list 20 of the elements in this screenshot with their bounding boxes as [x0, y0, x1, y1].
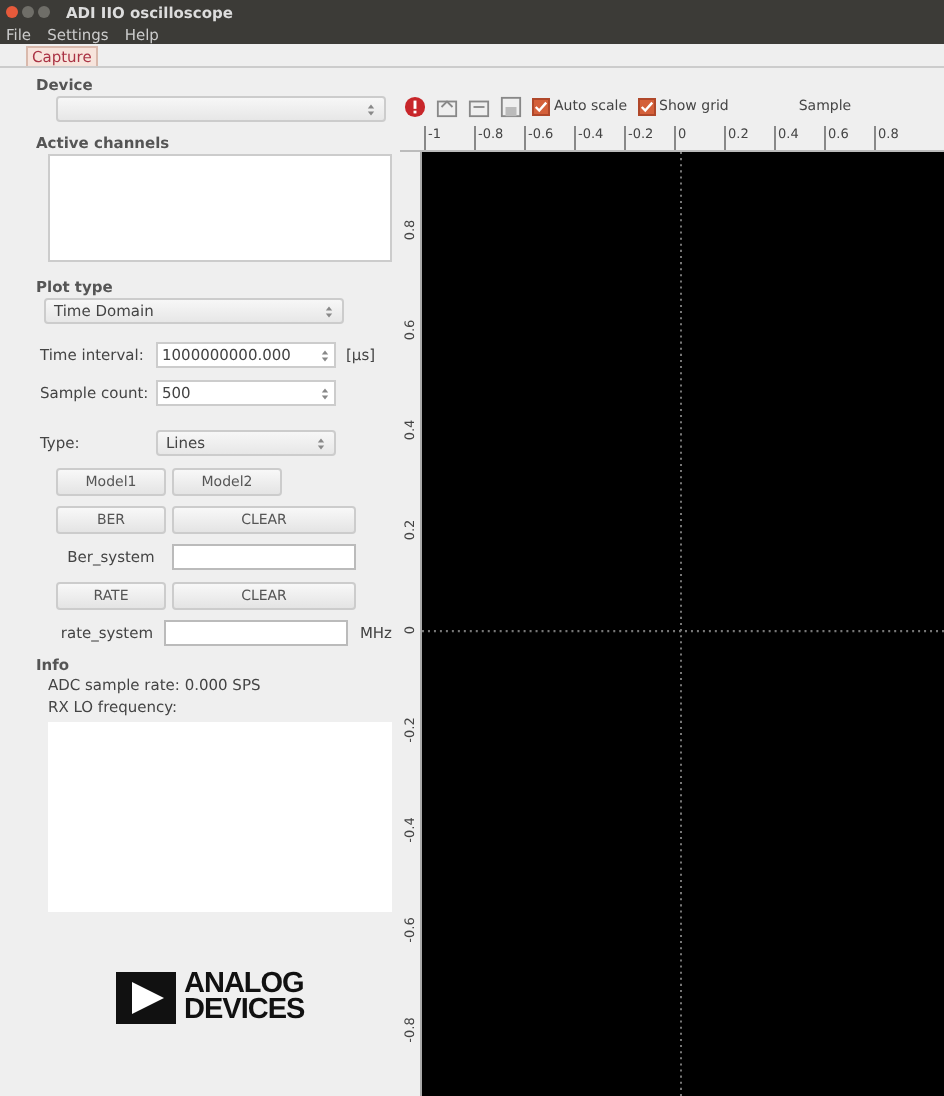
stepper-arrows-icon[interactable] [316, 435, 326, 451]
input-field[interactable] [163, 620, 348, 646]
close-button[interactable] [6, 6, 18, 18]
stepper-arrows-icon[interactable] [320, 347, 330, 363]
save-icon[interactable] [500, 95, 522, 117]
input-field[interactable] [172, 544, 356, 570]
checkmark-icon [534, 99, 548, 113]
checkbox[interactable] [637, 97, 656, 115]
maximize-button[interactable] [38, 6, 50, 18]
stepper-arrows-icon[interactable] [366, 101, 376, 117]
stepper-arrows-icon[interactable] [320, 385, 330, 401]
stepper-arrows-icon[interactable] [324, 303, 334, 319]
logo-text: ANALOG [184, 972, 305, 998]
channel-list[interactable] [48, 154, 392, 262]
checkmark-icon [639, 99, 654, 113]
checkbox[interactable] [532, 97, 550, 115]
triangle-logo-icon [116, 972, 176, 1024]
stop-icon[interactable] [404, 95, 426, 117]
logo-text: DEVICES [184, 998, 305, 1024]
minimize-button[interactable] [22, 6, 34, 18]
